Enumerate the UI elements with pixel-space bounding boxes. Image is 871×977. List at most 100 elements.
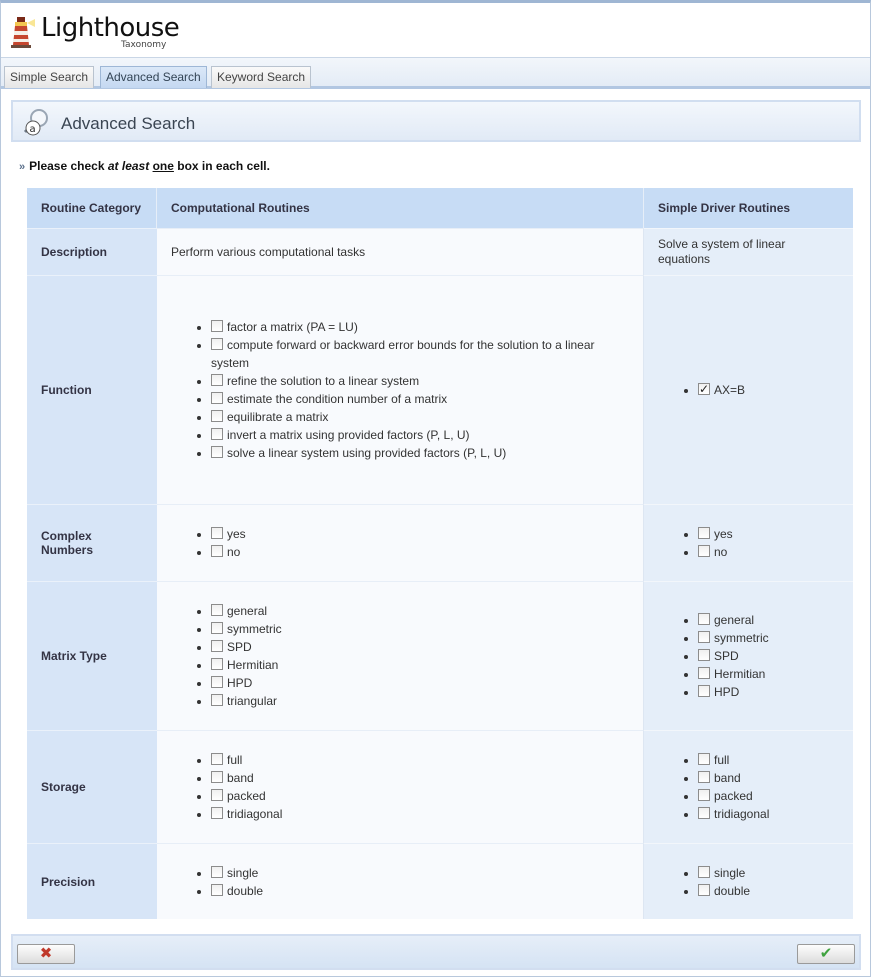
option-label: HPD: [227, 676, 253, 690]
option-label: single: [227, 865, 259, 880]
option-item: refine the solution to a linear system: [211, 372, 629, 390]
option-checkbox[interactable]: [698, 753, 710, 765]
tab-simple-search[interactable]: Simple Search: [4, 66, 95, 88]
row-precision: Precision single double single double: [27, 843, 853, 919]
option-item: symmetric: [698, 629, 839, 647]
cancel-button[interactable]: ✖: [17, 944, 75, 964]
option-checkbox[interactable]: [211, 622, 223, 634]
option-label: refine the solution to a linear system: [227, 374, 420, 388]
table-header-row: Routine Category Computational Routines …: [27, 188, 853, 228]
option-checkbox[interactable]: [211, 771, 223, 783]
matrix-type-driver-options: general symmetric SPD Hermitian HPD: [698, 611, 839, 701]
row-function: Function factor a matrix (PA = LU) comput…: [27, 275, 853, 504]
option-checkbox[interactable]: [211, 865, 223, 878]
option-label: symmetric: [227, 622, 282, 636]
option-checkbox[interactable]: [211, 640, 223, 652]
option-checkbox[interactable]: [211, 807, 223, 819]
option-checkbox[interactable]: [698, 771, 710, 783]
option-label: compute forward or backward error bounds…: [211, 338, 595, 370]
submit-button[interactable]: ✔: [797, 944, 855, 964]
option-checkbox[interactable]: [698, 380, 710, 398]
complex-driver-options: yes no: [698, 525, 839, 561]
option-checkbox[interactable]: [698, 789, 710, 801]
row-label-function: Function: [27, 275, 157, 504]
row-matrix-type: Matrix Type general symmetric SPD Hermitian…: [27, 581, 853, 730]
option-item: band: [698, 769, 839, 787]
complex-computational-cell: yes no: [157, 504, 644, 581]
checkmark-icon: ✔: [819, 945, 833, 962]
storage-driver-options: full band packed tridiagonal: [698, 751, 839, 823]
option-label: SPD: [714, 649, 739, 663]
option-label: band: [227, 771, 254, 785]
option-checkbox[interactable]: [211, 604, 223, 616]
option-checkbox[interactable]: [698, 613, 710, 625]
double-chevron-icon: »: [19, 161, 26, 173]
lighthouse-icon: [11, 17, 35, 48]
option-checkbox[interactable]: [211, 428, 223, 440]
option-checkbox[interactable]: [698, 865, 710, 878]
option-label: general: [227, 604, 268, 618]
option-checkbox[interactable]: [211, 753, 223, 765]
option-item: solve a linear system using provided fac…: [211, 444, 629, 462]
option-label: packed: [714, 789, 753, 803]
matrix-type-computational-cell: general symmetric SPD Hermitian HPD triangula…: [157, 581, 644, 730]
option-checkbox[interactable]: [698, 883, 710, 896]
option-label: AX=B: [714, 383, 746, 397]
hint-tail: box in each cell.: [173, 159, 270, 173]
option-item: HPD: [211, 674, 629, 692]
hint-underline: one: [152, 159, 174, 173]
option-checkbox[interactable]: [698, 807, 710, 819]
option-label: factor a matrix (PA = LU): [227, 320, 358, 334]
option-checkbox[interactable]: [698, 685, 710, 697]
option-checkbox[interactable]: [698, 631, 710, 643]
option-label: HPD: [714, 685, 740, 699]
option-label: general: [714, 613, 755, 627]
option-label: yes: [714, 527, 733, 541]
option-label: double: [227, 883, 264, 898]
option-checkbox[interactable]: [211, 392, 223, 404]
option-item: tridiagonal: [698, 805, 839, 823]
option-item: full: [211, 751, 629, 769]
option-label: single: [714, 865, 746, 880]
option-checkbox[interactable]: [211, 320, 223, 332]
option-label: packed: [227, 789, 266, 803]
tab-keyword-search[interactable]: Keyword Search: [211, 66, 312, 88]
option-checkbox[interactable]: [698, 649, 710, 661]
option-checkbox[interactable]: [211, 545, 223, 557]
option-item: symmetric: [211, 620, 629, 638]
tab-advanced-search[interactable]: Advanced Search: [100, 66, 207, 88]
function-computational-cell: factor a matrix (PA = LU) compute forward…: [157, 275, 644, 504]
option-label: Hermitian: [714, 667, 766, 681]
app-title: Lighthouse: [41, 13, 180, 43]
option-label: tridiagonal: [714, 807, 770, 821]
option-checkbox[interactable]: [211, 446, 223, 458]
option-item: factor a matrix (PA = LU): [211, 318, 629, 336]
option-checkbox[interactable]: [211, 676, 223, 688]
option-item: invert a matrix using provided factors (…: [211, 426, 629, 444]
option-checkbox[interactable]: [211, 883, 223, 896]
row-label-complex-numbers: Complex Numbers: [27, 504, 157, 581]
option-checkbox[interactable]: [698, 545, 710, 557]
option-checkbox[interactable]: [211, 374, 223, 386]
option-checkbox[interactable]: [211, 694, 223, 706]
option-checkbox[interactable]: [211, 527, 223, 539]
x-icon: ✖: [39, 945, 53, 962]
option-checkbox[interactable]: [698, 527, 710, 539]
header-simple-driver-routines: Simple Driver Routines: [644, 188, 853, 228]
option-checkbox[interactable]: [211, 658, 223, 670]
row-label-description: Description: [27, 228, 157, 275]
storage-computational-options: full band packed tridiagonal: [211, 751, 629, 823]
option-item: full: [698, 751, 839, 769]
option-item: yes: [698, 525, 839, 543]
option-checkbox[interactable]: [211, 789, 223, 801]
option-checkbox[interactable]: [698, 667, 710, 679]
app-header: Lighthouse Taxonomy: [1, 3, 870, 57]
function-driver-cell: AX=B: [644, 275, 853, 504]
option-checkbox[interactable]: [211, 410, 223, 422]
svg-text:a: a: [30, 124, 36, 135]
storage-driver-cell: full band packed tridiagonal: [644, 730, 853, 843]
option-checkbox[interactable]: [211, 338, 223, 350]
option-item: Hermitian: [211, 656, 629, 674]
precision-computational-cell: single double: [157, 843, 644, 919]
function-driver-options: AX=B: [698, 380, 839, 399]
